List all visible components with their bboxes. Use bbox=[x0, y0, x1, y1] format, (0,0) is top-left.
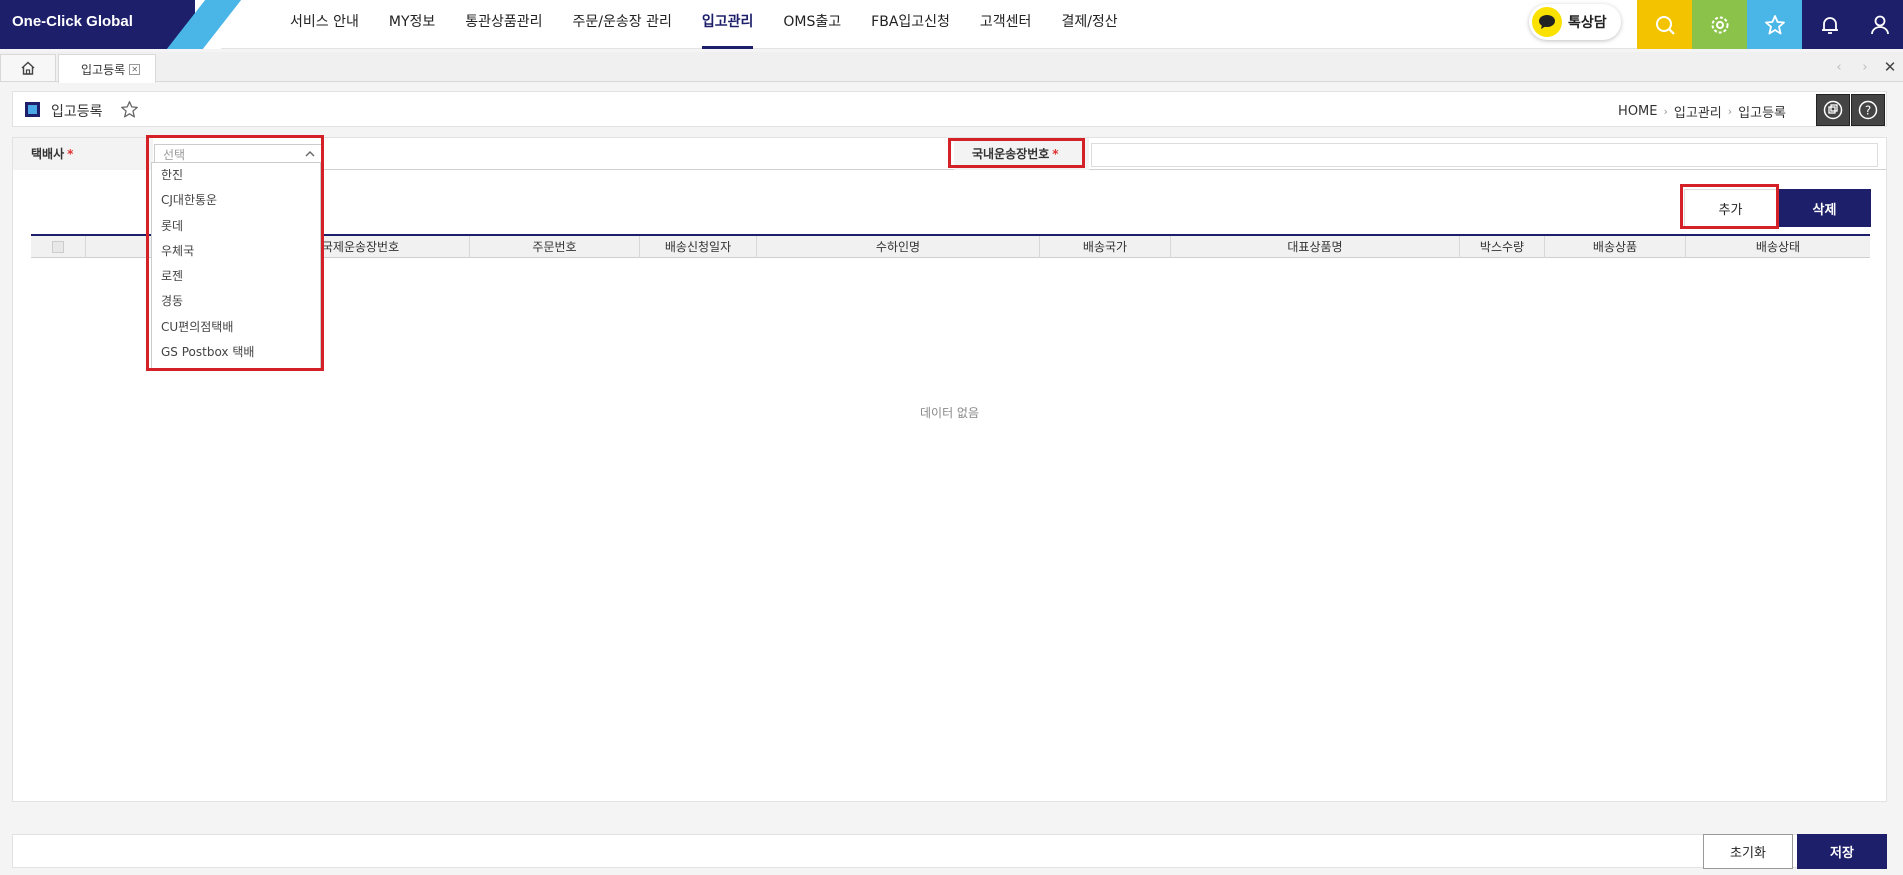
home-tab[interactable] bbox=[0, 54, 56, 82]
page-title: 입고등록 bbox=[51, 104, 103, 120]
tab-close-icon[interactable]: ✕ bbox=[129, 63, 141, 75]
favorites-button[interactable] bbox=[1747, 0, 1802, 49]
star-icon bbox=[1764, 14, 1785, 34]
tab-prev-button[interactable]: ‹ bbox=[1826, 56, 1852, 78]
courier-option[interactable]: 롯데 bbox=[152, 214, 320, 239]
tab-inbound-register[interactable]: 입고등록 ✕ bbox=[58, 54, 156, 83]
page-header: 입고등록 HOME › 입고관리 › 입고등록 ? bbox=[12, 91, 1887, 127]
tracking-number-input[interactable] bbox=[1091, 143, 1878, 167]
nav-item-orders-waybills[interactable]: 주문/운송장 관리 bbox=[558, 0, 687, 49]
search-icon bbox=[1655, 15, 1675, 35]
close-all-tabs-button[interactable]: ✕ bbox=[1877, 56, 1903, 78]
chevron-right-icon: › bbox=[1862, 59, 1868, 75]
nav-item-my-info[interactable]: MY정보 bbox=[374, 0, 450, 49]
select-all-checkbox[interactable] bbox=[31, 236, 86, 258]
user-button[interactable] bbox=[1857, 0, 1903, 49]
settings-button[interactable] bbox=[1692, 0, 1747, 49]
search-button[interactable] bbox=[1637, 0, 1692, 49]
kakao-bubble-icon bbox=[1532, 7, 1562, 37]
tab-label: 입고등록 bbox=[81, 62, 126, 77]
courier-option[interactable]: 로젠 bbox=[152, 264, 320, 289]
main-menu: 서비스 안내 MY정보 통관상품관리 주문/운송장 관리 입고관리 OMS출고 … bbox=[275, 0, 1133, 49]
nav-item-inbound[interactable]: 입고관리 bbox=[687, 0, 769, 49]
svg-text:?: ? bbox=[1865, 104, 1871, 118]
add-button[interactable]: 추가 bbox=[1684, 189, 1777, 227]
column-header-request-date[interactable]: 배송신청일자 bbox=[640, 236, 757, 258]
tab-bar: 입고등록 ✕ ‹ › ✕ bbox=[0, 52, 1903, 83]
courier-option[interactable]: 한진 bbox=[152, 163, 320, 188]
nav-item-customs-products[interactable]: 통관상품관리 bbox=[450, 0, 557, 49]
courier-option[interactable]: 우체국 bbox=[152, 239, 320, 264]
column-header-shipping-status[interactable]: 배송상태 bbox=[1686, 236, 1870, 258]
breadcrumb-inbound[interactable]: 입고관리 bbox=[1674, 102, 1722, 121]
save-button[interactable]: 저장 bbox=[1797, 834, 1887, 869]
column-header-shipping-product[interactable]: 배송상품 bbox=[1545, 236, 1686, 258]
empty-grid-message: 데이터 없음 bbox=[919, 406, 979, 420]
column-header-order-number[interactable]: 주문번호 bbox=[470, 236, 640, 258]
close-icon: ✕ bbox=[1883, 58, 1897, 76]
courier-dropdown-list: 한진 CJ대한통운 롯데 우체국 로젠 경동 CU편의점택배 GS Postbo… bbox=[151, 162, 321, 369]
breadcrumb: HOME › 입고관리 › 입고등록 bbox=[1618, 102, 1786, 121]
title-square-icon bbox=[25, 102, 40, 117]
courier-option[interactable]: 경동 bbox=[152, 289, 320, 314]
column-header-country[interactable]: 배송국가 bbox=[1040, 236, 1171, 258]
help-button[interactable]: ? bbox=[1851, 94, 1885, 126]
copy-window-icon bbox=[1823, 100, 1843, 120]
bookmark-star-icon[interactable] bbox=[120, 100, 139, 123]
breadcrumb-current: 입고등록 bbox=[1738, 106, 1786, 121]
courier-select-value: 선택 bbox=[163, 148, 186, 162]
nav-item-payment[interactable]: 결제/정산 bbox=[1046, 0, 1132, 49]
column-header-consignee[interactable]: 수하인명 bbox=[757, 236, 1040, 258]
top-navigation-bar: One-Click Global 서비스 안내 MY정보 통관상품관리 주문/운… bbox=[0, 0, 1903, 49]
app-logo[interactable]: One-Click Global bbox=[0, 0, 195, 49]
bell-icon bbox=[1821, 16, 1838, 34]
gear-icon bbox=[1711, 16, 1728, 33]
courier-option[interactable]: CJ대한통운 bbox=[152, 188, 320, 213]
tab-next-button[interactable]: › bbox=[1852, 56, 1878, 78]
copy-window-button[interactable] bbox=[1816, 94, 1850, 126]
delete-button[interactable]: 삭제 bbox=[1778, 189, 1871, 227]
column-header-box-qty[interactable]: 박스수량 bbox=[1460, 236, 1545, 258]
courier-option[interactable]: CU편의점택배 bbox=[152, 315, 320, 340]
nav-item-customer-center[interactable]: 고객센터 bbox=[965, 0, 1047, 49]
help-icon: ? bbox=[1858, 100, 1878, 120]
courier-option[interactable]: GS Postbox 택배 bbox=[152, 340, 320, 365]
nav-item-fba-inbound[interactable]: FBA입고신청 bbox=[856, 0, 965, 49]
nav-item-oms-outbound[interactable]: OMS출고 bbox=[768, 0, 856, 49]
reset-button[interactable]: 초기화 bbox=[1703, 834, 1793, 869]
breadcrumb-home[interactable]: HOME bbox=[1618, 104, 1657, 119]
tracking-number-label: 국내운송장번호 * bbox=[954, 138, 1089, 170]
breadcrumb-separator-icon: › bbox=[1727, 105, 1733, 118]
kakao-chat-button[interactable]: 톡상담 bbox=[1529, 4, 1621, 40]
user-icon bbox=[1871, 15, 1889, 34]
app-logo-text: One-Click Global bbox=[12, 13, 133, 30]
column-header-product-name[interactable]: 대표상품명 bbox=[1171, 236, 1460, 258]
breadcrumb-separator-icon: › bbox=[1663, 105, 1668, 118]
courier-label: 택배사 * bbox=[13, 138, 153, 170]
kakao-chat-label: 톡상담 bbox=[1568, 15, 1607, 31]
notifications-button[interactable] bbox=[1802, 0, 1857, 49]
home-icon bbox=[21, 61, 35, 75]
bottom-action-bar bbox=[12, 834, 1887, 868]
chevron-left-icon: ‹ bbox=[1836, 59, 1842, 75]
nav-item-service-info[interactable]: 서비스 안내 bbox=[275, 0, 374, 49]
